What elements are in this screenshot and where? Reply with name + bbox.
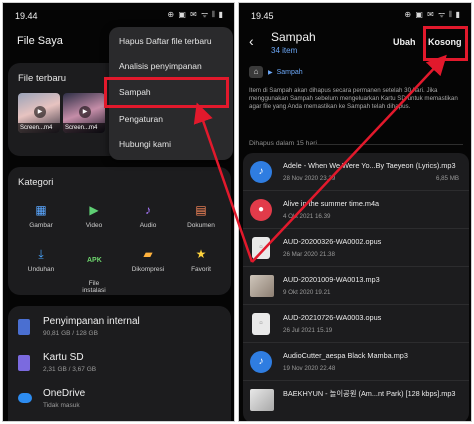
breadcrumb: ⌂ ▶ Sampah [249, 66, 303, 80]
apk-icon: APK [87, 257, 102, 264]
list-item[interactable]: ▫ AUD-20200326-WA0002.opus 26 Mar 2020 2… [243, 229, 469, 267]
menu-clear-recent[interactable]: Hapus Daftar file terbaru [119, 36, 212, 46]
edit-button[interactable]: Ubah [393, 37, 416, 47]
phone-storage-icon [18, 319, 30, 335]
recent-files-title: File terbaru [18, 73, 67, 84]
category-compressed[interactable]: ▰ Dikompresi [123, 247, 173, 273]
empty-highlight-box [423, 26, 468, 61]
category-favorites[interactable]: ★ Favorit [176, 247, 226, 273]
phone-screen-trash: 19.45 ⊕ ▣ ✉ ᯤ 𝄃 ▮ ‹ Sampah 34 item Ubah … [238, 2, 472, 422]
trash-info-text: Item di Sampah akan dihapus secara perma… [249, 87, 458, 110]
zip-icon: ▰ [143, 247, 153, 261]
home-icon[interactable]: ⌂ [249, 66, 263, 78]
list-item[interactable]: ▫ AUD-20210726-WA0003.opus 26 Jul 2021 1… [243, 305, 469, 343]
page-title: Sampah [271, 30, 316, 44]
breadcrumb-item[interactable]: Sampah [277, 69, 303, 76]
trash-highlight-box [104, 77, 229, 108]
list-item[interactable]: ● Alive in the summer time.m4a 4 Okt 202… [243, 191, 469, 229]
category-card: Kategori ▦ Gambar ▶ Video ♪ Audio ▤ Doku… [8, 167, 231, 295]
phone-screen-my-files: 19.44 ⊕ ▣ ✉ ᯤ 𝄃 ▮ File Saya File terbaru… [2, 2, 235, 422]
item-count: 34 item [271, 46, 298, 55]
status-bar: 19.45 ⊕ ▣ ✉ ᯤ 𝄃 ▮ [239, 3, 471, 23]
list-item[interactable]: BAEKHYUN - 놀이공원 (Am...nt Park) [128 kbps… [243, 381, 469, 419]
section-header: Dihapus dalam 15 hari [249, 140, 318, 147]
list-item[interactable]: ♪ Adele - When We Were Yo...By Taeyeon (… [243, 153, 469, 191]
category-downloads[interactable]: ⤓ Unduhan [16, 247, 66, 273]
album-art-thumbnail [250, 389, 274, 411]
category-title: Kategori [18, 177, 54, 188]
app-title: File Saya [17, 35, 63, 47]
status-bar: 19.44 ⊕ ▣ ✉ ᯤ 𝄃 ▮ [3, 3, 234, 23]
album-art-thumbnail [250, 275, 274, 297]
storage-card: Penyimpanan internal 90,81 GB / 128 GB K… [8, 306, 231, 421]
file-icon: ▫ [252, 313, 270, 335]
image-icon: ▦ [35, 203, 47, 217]
status-icons: ⊕ ▣ ✉ ᯤ 𝄃 ▮ [167, 10, 224, 19]
category-install-files[interactable]: APK File instalasi [69, 247, 119, 294]
list-item[interactable]: ♪ AudioCutter_aespa Black Mamba.mp3 19 N… [243, 343, 469, 381]
chevron-right-icon: ▶ [268, 69, 273, 76]
recent-thumbnail[interactable]: ▶ Screen...m4 [63, 93, 105, 133]
menu-contact-us[interactable]: Hubungi kami [119, 139, 171, 149]
storage-sd-card[interactable]: Kartu SD 2,31 GB / 3,67 GB [18, 352, 225, 380]
star-icon: ★ [195, 247, 207, 261]
status-icons: ⊕ ▣ ✉ ᯤ 𝄃 ▮ [404, 10, 461, 19]
category-images[interactable]: ▦ Gambar [16, 203, 66, 229]
section-divider [311, 144, 463, 145]
file-icon: ▫ [252, 237, 270, 259]
video-icon: ▶ [89, 203, 99, 217]
play-icon: ▶ [34, 106, 46, 118]
recent-thumbnail[interactable]: ▶ Screen...m4 [18, 93, 60, 133]
list-item[interactable]: AUD-20201009-WA0013.mp3 9 Okt 2020 19.21 [243, 267, 469, 305]
file-list: ♪ Adele - When We Were Yo...By Taeyeon (… [243, 153, 469, 421]
play-icon: ▶ [79, 106, 91, 118]
music-icon: ♪ [145, 203, 151, 217]
sd-card-icon [18, 355, 30, 371]
document-icon: ▤ [195, 203, 207, 217]
category-documents[interactable]: ▤ Dokumen [176, 203, 226, 229]
storage-onedrive[interactable]: OneDrive Tidak masuk [18, 388, 225, 416]
storage-internal[interactable]: Penyimpanan internal 90,81 GB / 128 GB [18, 316, 225, 344]
thumbnail-label: Screen...m4 [63, 123, 105, 133]
status-time: 19.44 [15, 11, 38, 21]
menu-storage-analysis[interactable]: Analisis penyimpanan [119, 61, 202, 71]
cloud-icon [18, 393, 32, 403]
category-video[interactable]: ▶ Video [69, 203, 119, 229]
thumbnail-label: Screen...m4 [18, 123, 60, 133]
download-icon: ⤓ [38, 247, 44, 261]
status-time: 19.45 [251, 11, 274, 21]
menu-settings[interactable]: Pengaturan [119, 114, 163, 124]
music-note-icon: ♪ [250, 161, 272, 183]
music-note-icon: ♪ [250, 351, 272, 373]
back-arrow-icon[interactable]: ‹ [249, 33, 254, 49]
category-audio[interactable]: ♪ Audio [123, 203, 173, 229]
microphone-icon: ● [250, 199, 272, 221]
